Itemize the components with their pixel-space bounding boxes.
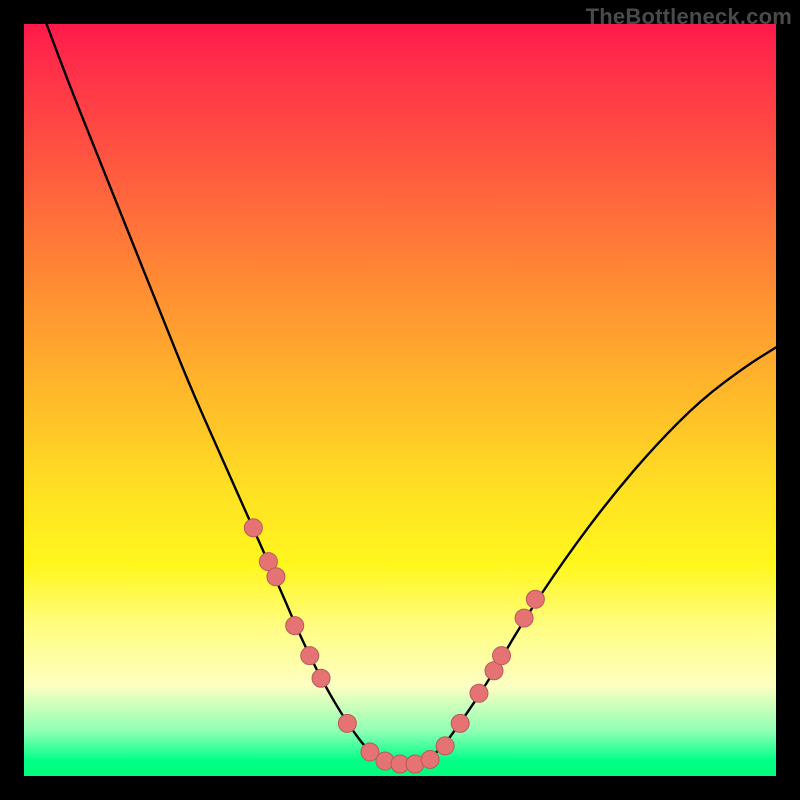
highlight-markers	[244, 519, 544, 773]
marker-dot	[286, 617, 304, 635]
marker-dot	[470, 684, 488, 702]
marker-dot	[436, 737, 454, 755]
marker-dot	[526, 590, 544, 608]
marker-dot	[451, 714, 469, 732]
chart-frame	[24, 24, 776, 776]
marker-dot	[301, 647, 319, 665]
marker-dot	[244, 519, 262, 537]
marker-dot	[312, 669, 330, 687]
watermark-text: TheBottleneck.com	[586, 4, 792, 30]
marker-dot	[338, 714, 356, 732]
marker-dot	[421, 750, 439, 768]
chart-svg	[24, 24, 776, 776]
marker-dot	[267, 568, 285, 586]
marker-dot	[515, 609, 533, 627]
plot-area	[24, 24, 776, 776]
bottleneck-curve	[47, 24, 776, 765]
marker-dot	[493, 647, 511, 665]
